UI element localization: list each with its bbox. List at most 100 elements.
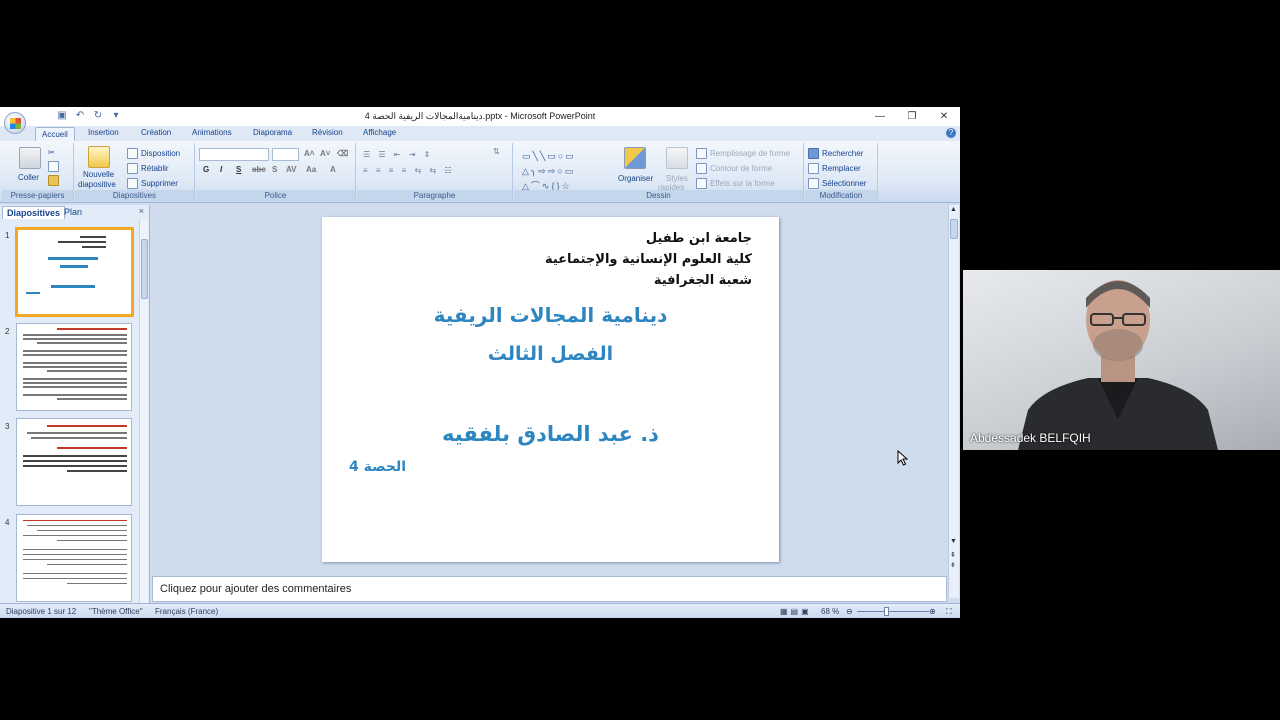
slide-editor: جامعة ابن طفيل كلية العلوم الإنسانية وال… [152,205,947,573]
tab-insertion[interactable]: Insertion [88,128,119,137]
strikethrough-icon[interactable]: abe [252,165,266,174]
paragraph-group: ☰ ☰ ⇤ ⇥ ⇕ ⇅ ≡ ≡ ≡ ≡ ⇆ ⇆ ☷ Paragraphe [357,143,513,201]
tab-accueil[interactable]: Accueil [35,127,75,141]
fit-window-icon[interactable]: ⛶ [946,607,952,617]
clipboard-group-label: Presse-papiers [2,190,73,201]
reset-button[interactable]: Rétablir [127,163,169,174]
slide-thumbnail-4[interactable] [16,514,132,602]
tab-animations[interactable]: Animations [192,128,232,137]
minimize-button[interactable]: — [864,107,896,126]
underline-icon[interactable]: S [236,165,241,174]
layout-button[interactable]: Disposition [127,148,180,159]
window-title: ديناميةالمجالات الريفية الحصة 4.pptx - M… [364,111,596,121]
slide-scrollbar[interactable]: ▲ ▼ ⇞ ⇟ [948,205,959,598]
shape-effects-button[interactable]: Effets sur la forme [696,178,775,189]
language-indicator[interactable]: Français (France) [155,607,218,616]
cut-icon[interactable]: ✂ [48,148,55,157]
replace-button[interactable]: Remplacer [808,163,861,174]
shrink-font-icon[interactable]: A˅ [320,149,330,158]
zoom-out-icon[interactable]: ⊖ [846,607,853,616]
tab-slides[interactable]: Diapositives [2,206,66,219]
speaker-video-image [1018,280,1218,450]
tab-revision[interactable]: Révision [312,128,343,137]
slide-university: جامعة ابن طفيل [645,231,752,246]
tab-creation[interactable]: Création [141,128,171,137]
panel-scrollbar[interactable] [139,219,148,608]
tab-diaporama[interactable]: Diaporama [253,128,292,137]
title-bar: ▣ ↶ ↻ ▾ ديناميةالمجالات الريفية الحصة 4.… [0,107,960,134]
notes-pane[interactable]: Cliquez pour ajouter des commentaires [152,576,947,602]
slide-session: الحصة 4 [349,459,407,475]
select-icon [808,178,819,189]
text-direction-icon[interactable]: ⇅ [493,147,500,156]
new-slide-label-1[interactable]: Nouvelle [83,170,114,179]
shape-outline-icon [696,163,707,174]
office-logo-icon [10,118,21,129]
slide-thumbnail-3[interactable] [16,418,132,506]
close-panel-icon[interactable]: × [139,206,144,216]
tab-affichage[interactable]: Affichage [363,128,396,137]
thumbnail-number: 1 [5,231,10,240]
arrange-icon[interactable] [624,147,646,169]
office-button[interactable] [4,112,26,134]
shapes-gallery-icon[interactable]: ▭╲╲▭○▭ △╮⇨⇨○▭ △⌒∿{}☆ [522,149,612,194]
copy-icon[interactable] [48,161,59,172]
slide-author: ذ. عبد الصادق بلفقيه [442,422,659,446]
status-bar: Diapositive 1 sur 12 "Thème Office" Fran… [0,603,960,618]
current-slide[interactable]: جامعة ابن طفيل كلية العلوم الإنسانية وال… [322,217,779,562]
slides-panel: Diapositives Plan × 1 2 3 4 [0,205,150,608]
char-spacing-icon[interactable]: AV [286,165,297,174]
restore-button[interactable]: ❐ [896,107,928,126]
font-size-field[interactable] [272,148,299,161]
italic-icon[interactable]: I [220,165,222,174]
zoom-slider[interactable] [857,611,929,612]
bold-icon[interactable]: G [203,165,209,174]
theme-name: "Thème Office" [89,607,143,616]
slide-faculty: كلية العلوم الإنسانية والإجتماعية [544,252,752,267]
shape-fill-button[interactable]: Remplissage de forme [696,148,790,159]
webcam-feed: Abdessadek BELFQIH [963,270,1280,450]
zoom-in-icon[interactable]: ⊕ [929,607,936,616]
new-slide-label-2[interactable]: diapositive [78,180,116,189]
shape-outline-button[interactable]: Contour de forme [696,163,772,174]
slides-group-label: Diapositives [75,190,194,201]
clear-format-icon[interactable]: ⌫ [337,149,348,158]
delete-slide-button[interactable]: Supprimer [127,178,178,189]
quick-styles-label-1[interactable]: Styles [666,174,688,183]
find-button[interactable]: Rechercher [808,148,863,159]
clipboard-group: Coller ✂ Presse-papiers [2,143,74,201]
font-group: A˄ A˅ ⌫ G I S abe S AV Aa A Police [196,143,356,201]
slide-thumbnail-2[interactable] [16,323,132,411]
tab-outline[interactable]: Plan [60,206,86,218]
editing-group-label: Modification [805,190,877,201]
select-button[interactable]: Sélectionner [808,178,866,189]
quick-styles-icon[interactable] [666,147,688,169]
slide-subtitle: الفصل الثالث [487,343,614,365]
paste-button[interactable]: Coller [18,173,39,182]
ribbon: Coller ✂ Presse-papiers Nouvelle diaposi… [0,141,960,203]
close-button[interactable]: ✕ [928,107,960,126]
grow-font-icon[interactable]: A˄ [304,149,314,158]
slide-title: دينامية المجالات الريفية [433,303,668,327]
zoom-level[interactable]: 68 % [821,607,839,616]
paste-icon[interactable] [19,147,41,169]
font-group-label: Police [196,190,355,201]
shadow-icon[interactable]: S [272,165,277,174]
new-slide-icon[interactable] [88,146,110,168]
align-icons[interactable]: ≡ ≡ ≡ ≡ ⇆ ⇆ ☷ [363,166,455,175]
font-name-field[interactable] [199,148,269,161]
view-buttons-icon[interactable]: ▦▤▣ [780,607,812,616]
arrange-button[interactable]: Organiser [618,174,653,183]
slide-counter: Diapositive 1 sur 12 [6,607,77,616]
change-case-icon[interactable]: Aa [306,165,316,174]
help-icon[interactable]: ? [946,128,956,138]
shape-fill-icon [696,148,707,159]
font-color-icon[interactable]: A [330,165,336,174]
powerpoint-window: ▣ ↶ ↻ ▾ ديناميةالمجالات الريفية الحصة 4.… [0,107,960,618]
slide-thumbnail-1[interactable] [15,227,134,317]
zoom-slider-handle[interactable] [883,607,889,616]
thumbnail-number: 3 [5,422,10,431]
format-painter-icon[interactable] [48,175,59,186]
list-icons[interactable]: ☰ ☰ ⇤ ⇥ ⇕ [363,150,433,159]
layout-icon [127,148,138,159]
